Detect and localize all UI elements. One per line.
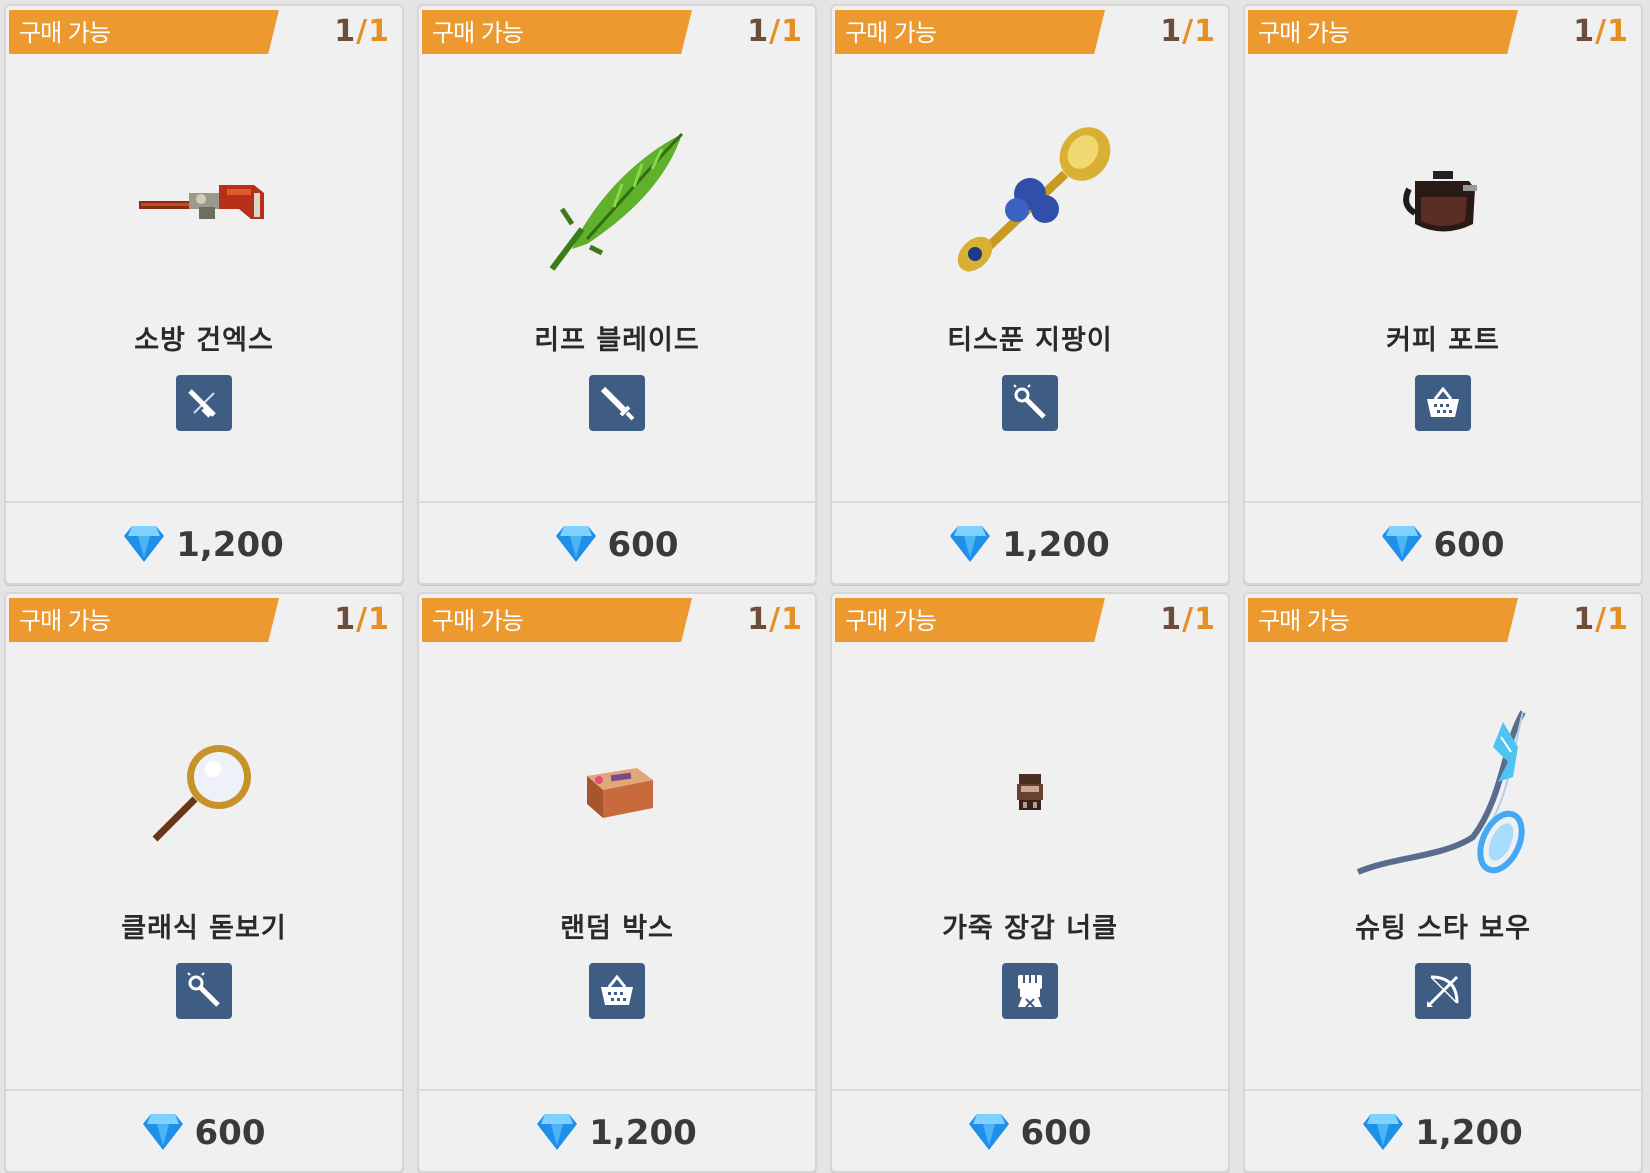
stock-count: 1/1 — [334, 602, 390, 637]
item-name: 소방 건엑스 — [134, 325, 274, 356]
shop-item-card[interactable]: 구매 가능 1/1 랜덤 박스 1,200 — [417, 592, 817, 1173]
stock-count: 1/1 — [747, 602, 803, 637]
item-name: 랜덤 박스 — [560, 913, 674, 944]
divider — [419, 1089, 815, 1091]
shooting-star-bow-icon — [1353, 707, 1533, 881]
teaspoon-staff-icon — [945, 124, 1115, 288]
diamond-gem-icon — [968, 1112, 1009, 1154]
item-name: 슈팅 스타 보우 — [1355, 913, 1531, 944]
sword-icon — [589, 375, 645, 431]
gun-icon — [176, 375, 232, 431]
shop-item-card[interactable]: 구매 가능 1/1 리프 블레이드 600 — [417, 4, 817, 585]
price-value: 600 — [194, 1113, 266, 1153]
shop-item-card[interactable]: 구매 가능 1/1 커피 포트 600 — [1243, 4, 1643, 585]
leather-knuckle-icon — [1013, 772, 1047, 816]
price-value: 1,200 — [1415, 1113, 1523, 1153]
coffee-pot-icon — [1403, 169, 1483, 243]
purchasable-badge: 구매 가능 — [835, 598, 1105, 642]
price: 1,200 — [419, 1112, 815, 1154]
diamond-gem-icon — [1381, 524, 1422, 566]
diamond-gem-icon — [124, 524, 165, 566]
price-value: 600 — [1020, 1113, 1092, 1153]
price-value: 600 — [1433, 525, 1505, 565]
shop-item-card[interactable]: 구매 가능 1/1 가죽 장갑 너클 600 — [830, 592, 1230, 1173]
stock-count: 1/1 — [747, 14, 803, 49]
diamond-gem-icon — [142, 1112, 183, 1154]
price: 600 — [832, 1112, 1228, 1154]
fist-icon — [1002, 963, 1058, 1019]
shop-item-card[interactable]: 구매 가능 1/1 클래식 돋보기 600 — [4, 592, 404, 1173]
stock-count: 1/1 — [1573, 14, 1629, 49]
price: 600 — [1245, 524, 1641, 566]
divider — [419, 501, 815, 503]
divider — [6, 501, 402, 503]
item-name: 티스푼 지팡이 — [947, 325, 1113, 356]
divider — [1245, 501, 1641, 503]
price-value: 1,200 — [589, 1113, 697, 1153]
stock-count: 1/1 — [1573, 602, 1629, 637]
purchasable-badge: 구매 가능 — [9, 598, 279, 642]
price: 1,200 — [832, 524, 1228, 566]
purchasable-badge: 구매 가능 — [1248, 598, 1518, 642]
item-name: 커피 포트 — [1386, 325, 1500, 356]
bow-icon — [1415, 963, 1471, 1019]
price: 600 — [419, 524, 815, 566]
magnifying-glass-icon — [149, 737, 259, 851]
diamond-gem-icon — [950, 524, 991, 566]
diamond-gem-icon — [537, 1112, 578, 1154]
price-value: 1,200 — [1002, 525, 1110, 565]
divider — [1245, 1089, 1641, 1091]
purchasable-badge: 구매 가능 — [9, 10, 279, 54]
stock-count: 1/1 — [334, 14, 390, 49]
item-name: 가죽 장갑 너클 — [942, 913, 1118, 944]
staff-icon — [1002, 375, 1058, 431]
random-box-icon — [577, 762, 657, 826]
shop-item-card[interactable]: 구매 가능 1/1 소방 건엑스 1,200 — [4, 4, 404, 585]
purchasable-badge: 구매 가능 — [1248, 10, 1518, 54]
fire-gunaxe-icon — [139, 179, 269, 233]
shop-grid: 구매 가능 1/1 소방 건엑스 1,200 구매 가능 1/1 리프 블레이드… — [0, 0, 1650, 1173]
stock-count: 1/1 — [1160, 14, 1216, 49]
stock-count: 1/1 — [1160, 602, 1216, 637]
price: 1,200 — [6, 524, 402, 566]
diamond-gem-icon — [555, 524, 596, 566]
divider — [832, 1089, 1228, 1091]
diamond-gem-icon — [1363, 1112, 1404, 1154]
staff-icon — [176, 963, 232, 1019]
price-value: 1,200 — [176, 525, 284, 565]
purchasable-badge: 구매 가능 — [422, 10, 692, 54]
leaf-blade-icon — [542, 129, 692, 283]
item-name: 리프 블레이드 — [534, 325, 700, 356]
shop-item-card[interactable]: 구매 가능 1/1 티스푼 지팡이 1,200 — [830, 4, 1230, 585]
purchasable-badge: 구매 가능 — [835, 10, 1105, 54]
item-name: 클래식 돋보기 — [121, 913, 287, 944]
price: 1,200 — [1245, 1112, 1641, 1154]
purchasable-badge: 구매 가능 — [422, 598, 692, 642]
divider — [6, 1089, 402, 1091]
basket-icon — [1415, 375, 1471, 431]
basket-icon — [589, 963, 645, 1019]
shop-item-card[interactable]: 구매 가능 1/1 슈팅 스타 보우 1,200 — [1243, 592, 1643, 1173]
divider — [832, 501, 1228, 503]
price: 600 — [6, 1112, 402, 1154]
price-value: 600 — [607, 525, 679, 565]
